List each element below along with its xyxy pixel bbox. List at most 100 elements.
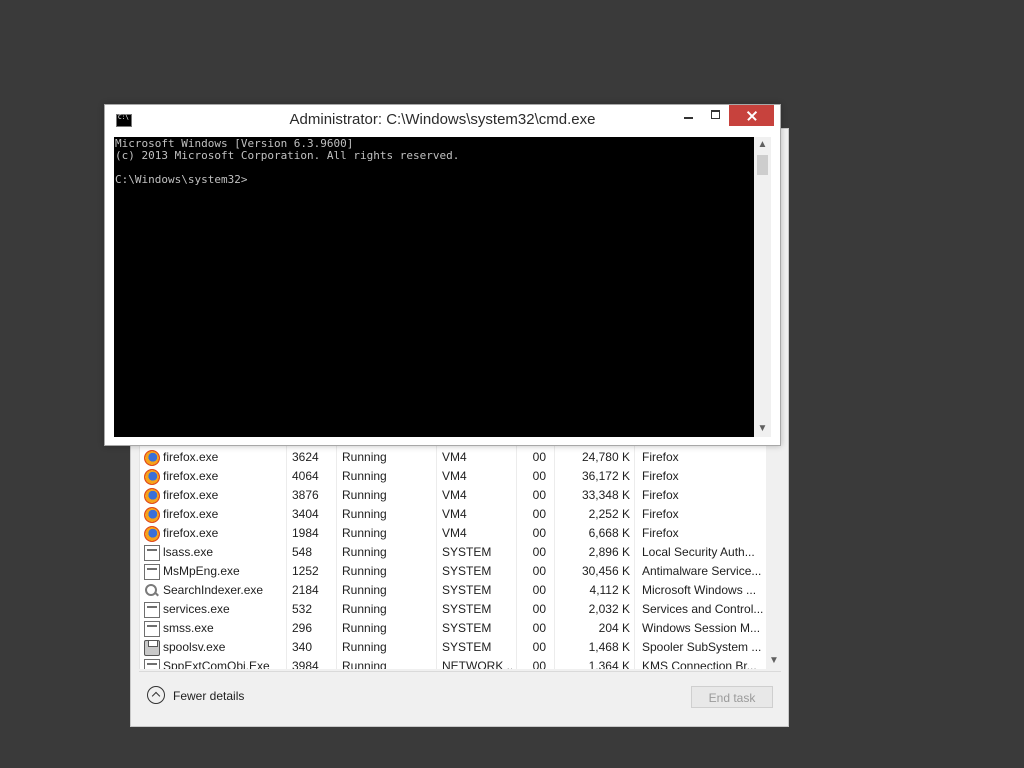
chevron-up-circle-icon xyxy=(147,686,165,704)
process-list[interactable]: firefox.exe 3624 Running VM4 00 24,780 K Firef… xyxy=(139,441,766,669)
table-row[interactable]: SearchIndexer.exe 2184 Running SYSTEM 00 4,11… xyxy=(140,581,766,600)
console-line: (c) 2013 Microsoft Corporation. All righ… xyxy=(115,149,460,162)
process-memory: 204 K xyxy=(598,621,630,635)
process-name: services.exe xyxy=(163,602,230,616)
process-user: SYSTEM xyxy=(442,640,492,654)
process-user: VM4 xyxy=(442,507,467,521)
maximize-button[interactable] xyxy=(703,105,729,126)
table-row[interactable]: spoolsv.exe 340 Running SYSTEM 00 1,468 K Spoo… xyxy=(140,638,766,657)
process-cpu: 00 xyxy=(532,488,546,502)
process-name: firefox.exe xyxy=(163,507,219,521)
process-memory: 1,364 K xyxy=(588,659,630,669)
process-description: Services and Control... xyxy=(642,602,764,616)
console-output[interactable]: Microsoft Windows [Version 6.3.9600] (c)… xyxy=(114,137,754,437)
cmd-window[interactable]: Administrator: C:\Windows\system32\cmd.e… xyxy=(104,104,781,446)
process-name: MsMpEng.exe xyxy=(163,564,240,578)
process-memory: 24,780 K xyxy=(581,450,630,464)
table-row[interactable]: firefox.exe 1984 Running VM4 00 6,668 K Firefo… xyxy=(140,524,766,543)
process-cpu: 00 xyxy=(532,526,546,540)
scroll-down-arrow-icon[interactable]: ▼ xyxy=(754,421,771,437)
process-pid: 3984 xyxy=(292,659,319,669)
firefox-icon xyxy=(144,488,160,504)
table-row[interactable]: firefox.exe 4064 Running VM4 00 36,172 K Firef… xyxy=(140,467,766,486)
fewer-details-label: Fewer details xyxy=(173,689,245,703)
process-user: VM4 xyxy=(442,526,467,540)
cmd-title-bar[interactable]: Administrator: C:\Windows\system32\cmd.e… xyxy=(105,105,780,137)
process-cpu: 00 xyxy=(532,583,546,597)
process-pid: 548 xyxy=(292,545,313,559)
process-user: SYSTEM xyxy=(442,602,492,616)
process-memory: 6,668 K xyxy=(588,526,630,540)
app-icon xyxy=(144,602,160,618)
process-list-scrollbar[interactable]: ▼ xyxy=(766,441,782,669)
process-status: Running xyxy=(342,526,387,540)
table-row[interactable]: firefox.exe 3624 Running VM4 00 24,780 K Firef… xyxy=(140,448,766,467)
process-name: SearchIndexer.exe xyxy=(163,583,264,597)
table-row[interactable]: lsass.exe 548 Running SYSTEM 00 2,896 K Local … xyxy=(140,543,766,562)
firefox-icon xyxy=(144,507,160,523)
process-description: KMS Connection Br... xyxy=(642,659,757,669)
printer-icon xyxy=(144,640,160,656)
process-pid: 340 xyxy=(292,640,313,654)
process-description: Firefox xyxy=(642,488,679,502)
process-name: spoolsv.exe xyxy=(163,640,226,654)
table-row[interactable]: MsMpEng.exe 1252 Running SYSTEM 00 30,456 K An… xyxy=(140,562,766,581)
app-icon xyxy=(144,564,160,580)
process-status: Running xyxy=(342,621,387,635)
table-row[interactable]: firefox.exe 3876 Running VM4 00 33,348 K Firef… xyxy=(140,486,766,505)
close-button[interactable] xyxy=(729,105,774,126)
process-memory: 2,252 K xyxy=(588,507,630,521)
firefox-icon xyxy=(144,526,160,542)
end-task-button[interactable]: End task xyxy=(691,686,773,708)
process-status: Running xyxy=(342,602,387,616)
process-cpu: 00 xyxy=(532,469,546,483)
table-row[interactable]: firefox.exe 3404 Running VM4 00 2,252 K Firefo… xyxy=(140,505,766,524)
process-status: Running xyxy=(342,469,387,483)
table-row[interactable]: smss.exe 296 Running SYSTEM 00 204 K Windows S… xyxy=(140,619,766,638)
process-status: Running xyxy=(342,564,387,578)
console-prompt: C:\Windows\system32> xyxy=(115,173,248,186)
process-name: lsass.exe xyxy=(163,545,214,559)
console-scrollbar[interactable]: ▲ ▼ xyxy=(754,137,771,437)
process-cpu: 00 xyxy=(532,602,546,616)
app-icon xyxy=(144,659,160,669)
process-user: NETWORK ... xyxy=(442,659,512,669)
firefox-icon xyxy=(144,469,160,485)
process-pid: 532 xyxy=(292,602,313,616)
process-cpu: 00 xyxy=(532,564,546,578)
process-name: firefox.exe xyxy=(163,488,219,502)
process-cpu: 00 xyxy=(532,659,546,669)
table-row[interactable]: services.exe 532 Running SYSTEM 00 2,032 K Ser… xyxy=(140,600,766,619)
process-description: Firefox xyxy=(642,450,679,464)
process-memory: 33,348 K xyxy=(581,488,630,502)
process-memory: 36,172 K xyxy=(581,469,630,483)
process-pid: 3404 xyxy=(292,507,319,521)
process-memory: 30,456 K xyxy=(581,564,630,578)
table-row[interactable]: SppExtComObj.Exe 3984 Running NETWORK ... 00… xyxy=(140,657,766,669)
process-status: Running xyxy=(342,545,387,559)
process-memory: 2,896 K xyxy=(588,545,630,559)
process-cpu: 00 xyxy=(532,545,546,559)
search-icon xyxy=(144,583,160,599)
task-manager-footer: Fewer details End task xyxy=(139,671,781,718)
process-cpu: 00 xyxy=(532,507,546,521)
process-user: VM4 xyxy=(442,488,467,502)
scroll-down-arrow-icon[interactable]: ▼ xyxy=(766,653,782,669)
process-description: Firefox xyxy=(642,507,679,521)
scrollbar-thumb[interactable] xyxy=(757,155,768,175)
process-status: Running xyxy=(342,583,387,597)
process-cpu: 00 xyxy=(532,621,546,635)
process-status: Running xyxy=(342,507,387,521)
process-name: firefox.exe xyxy=(163,526,219,540)
process-pid: 1984 xyxy=(292,526,319,540)
process-cpu: 00 xyxy=(532,640,546,654)
process-user: VM4 xyxy=(442,469,467,483)
process-pid: 3624 xyxy=(292,450,319,464)
process-name: firefox.exe xyxy=(163,450,219,464)
minimize-button[interactable] xyxy=(675,105,703,126)
process-pid: 2184 xyxy=(292,583,319,597)
scroll-up-arrow-icon[interactable]: ▲ xyxy=(754,137,771,153)
process-status: Running xyxy=(342,488,387,502)
process-description: Firefox xyxy=(642,526,679,540)
process-memory: 1,468 K xyxy=(588,640,630,654)
